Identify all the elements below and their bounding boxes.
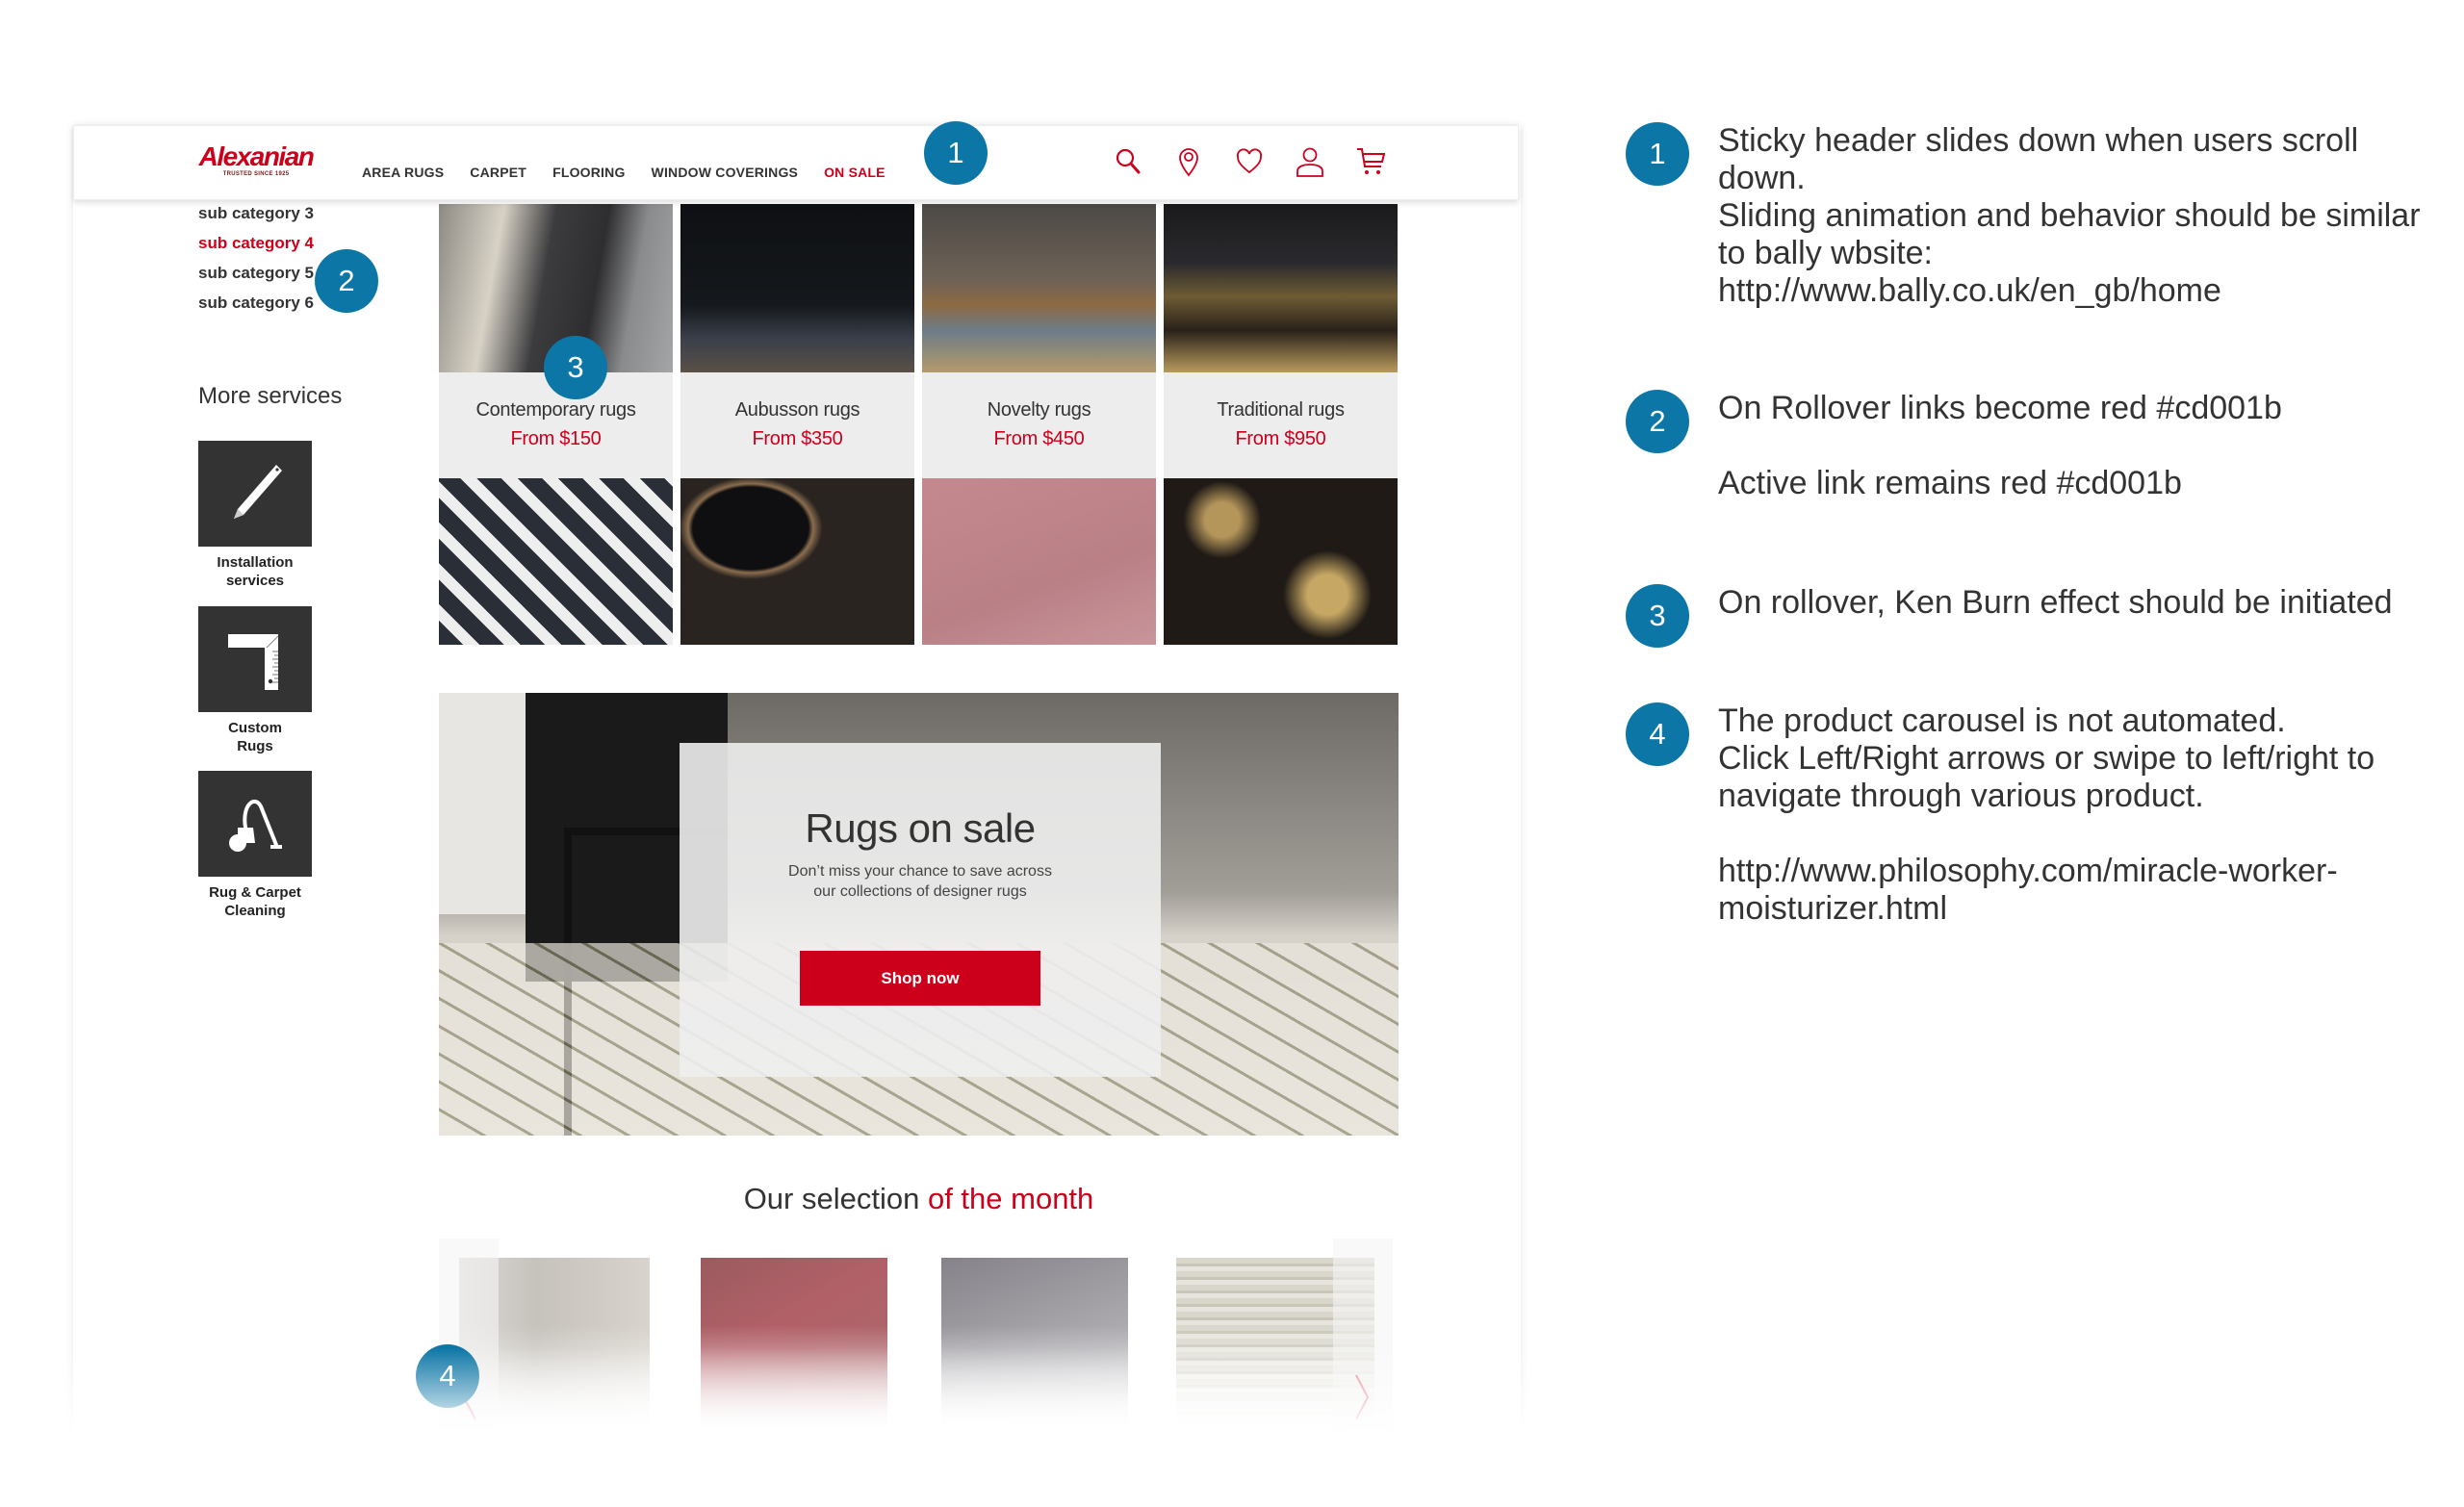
- service-label: services: [225, 573, 285, 589]
- category-caption: Novelty rugs From $450: [922, 372, 1156, 478]
- service-tile[interactable]: [198, 771, 312, 877]
- note-text: Sliding animation and behavior should be…: [1718, 197, 2421, 271]
- header-icons: [1114, 145, 1386, 178]
- wishlist-button[interactable]: [1235, 145, 1264, 178]
- service-label: Installation: [217, 554, 294, 571]
- category-price: From $450: [993, 428, 1085, 449]
- user-icon: [1296, 147, 1323, 177]
- category-image: [922, 478, 1156, 645]
- carousel-product[interactable]: [701, 1258, 887, 1431]
- hero-title: Rugs on sale: [805, 805, 1036, 851]
- category-image: [1164, 204, 1398, 372]
- search-button[interactable]: [1114, 145, 1142, 178]
- more-services-heading: More services: [198, 383, 343, 409]
- category-tile-aubusson[interactable]: Aubusson rugs From $350: [680, 204, 914, 645]
- note-3: On rollover, Ken Burn effect should be i…: [1718, 584, 2450, 622]
- service-label: Rug & Carpet: [209, 884, 301, 901]
- sticky-header: Alexanian TRUSTED SINCE 1925 AREA RUGS C…: [73, 125, 1519, 200]
- nav-on-sale[interactable]: ON SALE: [824, 165, 886, 180]
- service-installation[interactable]: Installation services: [198, 441, 312, 590]
- logo-tagline: TRUSTED SINCE 1925: [222, 171, 290, 177]
- store-locator-button[interactable]: [1174, 145, 1203, 178]
- note-text: Sticky header slides down when users scr…: [1718, 122, 2359, 196]
- carousel-product[interactable]: [941, 1258, 1128, 1431]
- hero-panel: Rugs on sale Don’t miss your chance to s…: [680, 743, 1161, 1077]
- category-price: From $950: [1235, 428, 1326, 449]
- annotation-badge-3: 3: [544, 336, 607, 399]
- sidebar-item-subcategory-3[interactable]: sub category 3: [198, 198, 391, 228]
- note-text: On rollover, Ken Burn effect should be i…: [1718, 584, 2393, 621]
- service-custom-rugs[interactable]: Custom Rugs: [198, 606, 312, 755]
- hero-banner: Rugs on sale Don’t miss your chance to s…: [439, 693, 1399, 1136]
- search-icon: [1116, 148, 1141, 174]
- category-tile-novelty[interactable]: Novelty rugs From $450: [922, 204, 1156, 645]
- vacuum-cleaner-icon: [229, 800, 282, 852]
- category-image: [680, 204, 914, 372]
- service-label: Cleaning: [224, 903, 286, 919]
- category-image: [439, 478, 673, 645]
- note-link[interactable]: http://www.bally.co.uk/en_gb/home: [1718, 272, 2450, 310]
- annotation-badge-1: 1: [924, 121, 988, 185]
- note-text: Click Left/Right arrows or swipe to left…: [1718, 740, 2375, 814]
- service-label: Custom: [228, 720, 282, 736]
- service-tile[interactable]: [198, 606, 312, 712]
- category-price: From $350: [752, 428, 843, 449]
- note-text: On Rollover links become red #cd001b: [1718, 390, 2282, 426]
- brand-logo[interactable]: Alexanian TRUSTED SINCE 1925: [198, 141, 315, 180]
- heart-icon: [1236, 148, 1263, 174]
- service-rug-cleaning[interactable]: Rug & Carpet Cleaning: [198, 771, 312, 920]
- location-pin-icon: [1179, 148, 1198, 177]
- main-nav: AREA RUGS CARPET FLOORING WINDOW COVERIN…: [362, 165, 886, 180]
- note-text: Active link remains red #cd001b: [1718, 465, 2182, 501]
- category-price: From $150: [510, 428, 602, 449]
- nav-area-rugs[interactable]: AREA RUGS: [362, 165, 444, 180]
- note-text: The product carousel is not automated.: [1718, 702, 2286, 739]
- note-link[interactable]: http://www.philosophy.com/miracle-worker…: [1718, 853, 2450, 928]
- annotation-badge-4: 4: [416, 1344, 479, 1408]
- category-image: [1164, 478, 1398, 645]
- category-caption: Aubusson rugs From $350: [680, 372, 914, 478]
- note-1: Sticky header slides down when users scr…: [1718, 122, 2450, 310]
- category-tile-contemporary[interactable]: Contemporary rugs From $150: [439, 204, 673, 645]
- category-name: Traditional rugs: [1217, 399, 1345, 421]
- cart-icon: [1357, 148, 1386, 174]
- annotation-badge-2: 2: [315, 249, 378, 313]
- carousel-next-button[interactable]: [1333, 1239, 1393, 1431]
- nav-flooring[interactable]: FLOORING: [552, 165, 625, 180]
- category-image: [922, 204, 1156, 372]
- account-button[interactable]: [1296, 145, 1324, 178]
- note-2: On Rollover links become red #cd001b Act…: [1718, 390, 2450, 502]
- category-name: Novelty rugs: [987, 399, 1091, 421]
- service-tile[interactable]: [198, 441, 312, 547]
- selection-title-accent: of the month: [927, 1182, 1094, 1215]
- logo-wordmark: Alexanian: [198, 141, 315, 171]
- service-label: Rugs: [237, 738, 273, 754]
- note-badge-1: 1: [1626, 122, 1689, 186]
- ruler-square-icon: [228, 634, 279, 690]
- category-image: [680, 478, 914, 645]
- category-name: Contemporary rugs: [475, 399, 636, 421]
- category-caption: Traditional rugs From $950: [1164, 372, 1398, 478]
- note-badge-2: 2: [1626, 390, 1689, 453]
- nav-window-coverings[interactable]: WINDOW COVERINGS: [652, 165, 799, 180]
- category-name: Aubusson rugs: [734, 399, 860, 421]
- category-tile-traditional[interactable]: Traditional rugs From $950: [1164, 204, 1398, 645]
- nav-carpet[interactable]: CARPET: [470, 165, 526, 180]
- selection-title: Our selection of the month: [439, 1182, 1399, 1216]
- utility-knife-icon: [234, 465, 282, 519]
- note-badge-3: 3: [1626, 584, 1689, 648]
- selection-title-plain: Our selection: [743, 1182, 928, 1215]
- note-badge-4: 4: [1626, 702, 1689, 766]
- cart-button[interactable]: [1356, 145, 1386, 178]
- note-4: The product carousel is not automated. C…: [1718, 702, 2450, 928]
- hero-subtitle: Don’t miss your chance to save across ou…: [788, 863, 1052, 900]
- shop-now-button[interactable]: Shop now: [800, 951, 1040, 1006]
- chevron-right-icon: [1355, 1374, 1370, 1420]
